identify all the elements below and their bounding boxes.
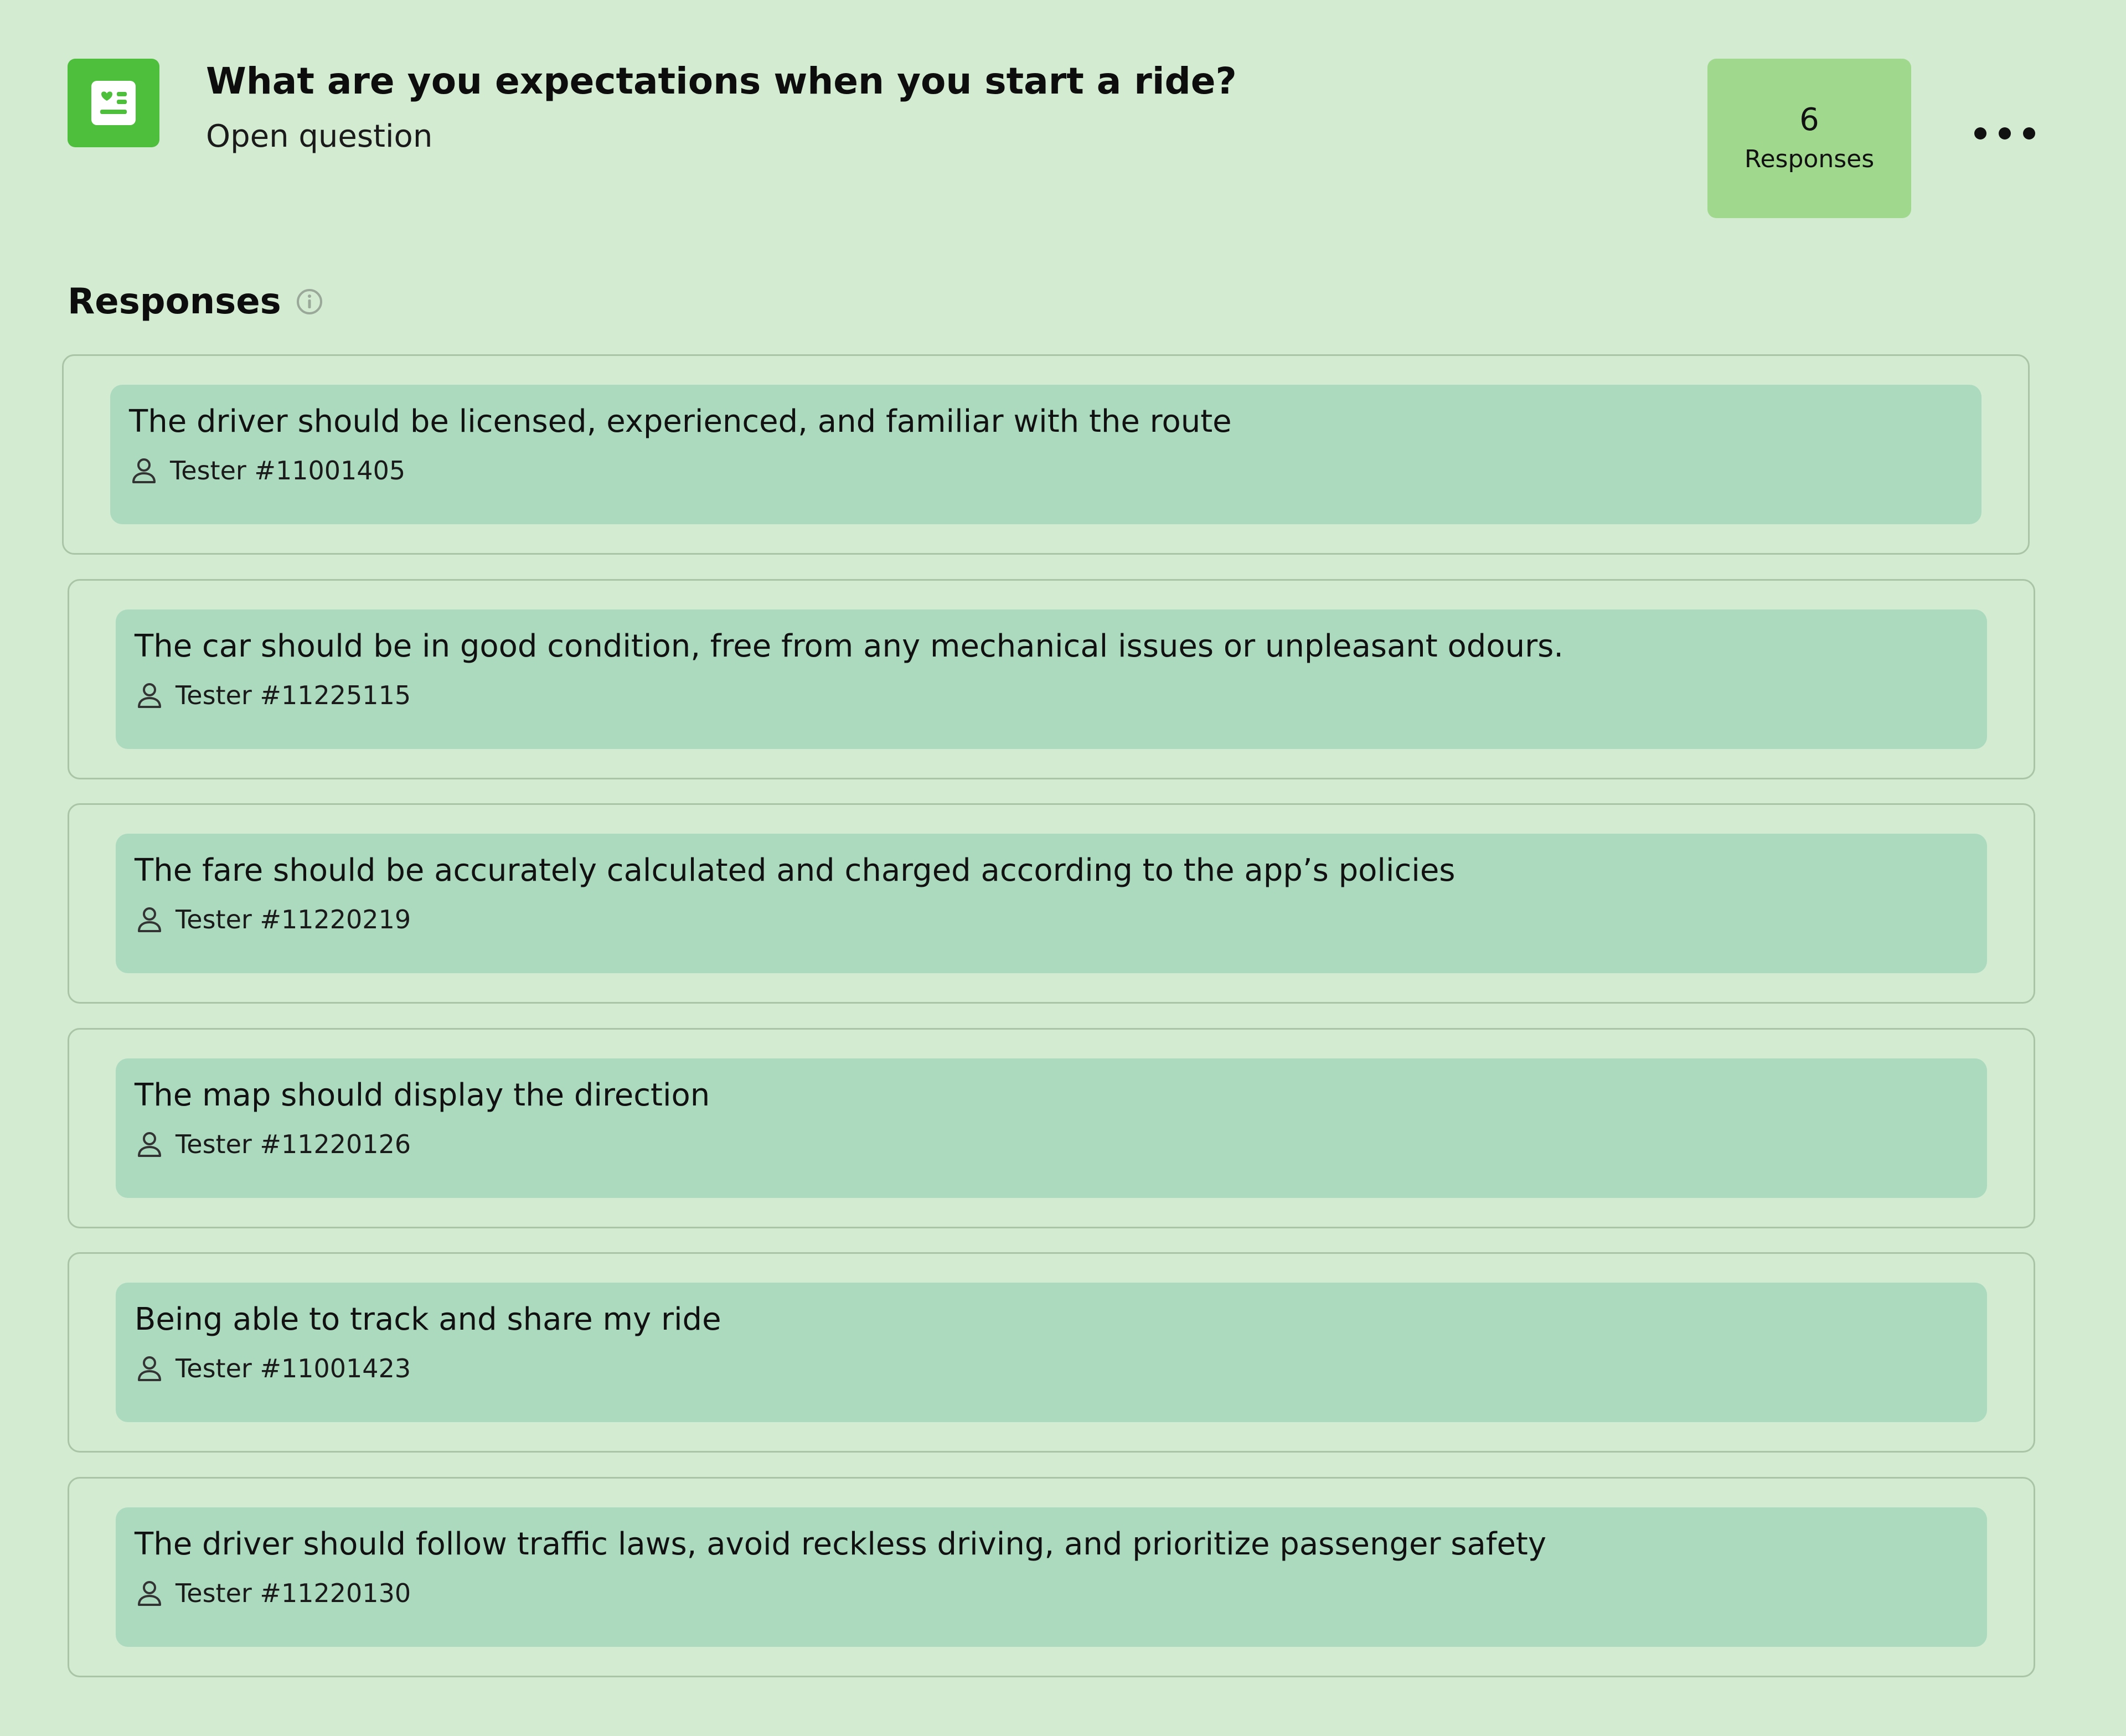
tester-label: Tester #11225115 xyxy=(135,680,411,710)
response-item: The car should be in good condition, fre… xyxy=(116,609,1987,749)
response-text: The driver should be licensed, experienc… xyxy=(129,404,1232,440)
response-text: The map should display the direction xyxy=(135,1077,710,1113)
response-card: The driver should be licensed, experienc… xyxy=(62,354,2030,555)
tester-id: Tester #11220130 xyxy=(176,1578,411,1608)
response-card: The driver should follow traffic laws, a… xyxy=(68,1477,2035,1677)
person-icon xyxy=(129,456,159,485)
person-icon xyxy=(135,680,164,710)
response-text: Being able to track and share my ride xyxy=(135,1301,721,1337)
response-text: The fare should be accurately calculated… xyxy=(135,852,1456,888)
tester-label: Tester #11220126 xyxy=(135,1129,411,1159)
response-card: Being able to track and share my ride Te… xyxy=(68,1252,2035,1453)
tester-label: Tester #11220219 xyxy=(135,905,411,934)
more-dot-icon xyxy=(1999,127,2011,140)
question-type: Open question xyxy=(206,118,433,154)
tester-label: Tester #11220130 xyxy=(135,1578,411,1608)
person-icon xyxy=(135,905,164,934)
person-icon xyxy=(135,1578,164,1608)
response-card: The map should display the direction Tes… xyxy=(68,1028,2035,1228)
tester-label: Tester #11001423 xyxy=(135,1353,411,1383)
responses-section-title: Responses xyxy=(68,281,323,322)
survey-icon xyxy=(68,59,159,147)
person-icon xyxy=(135,1129,164,1159)
response-item: The map should display the direction Tes… xyxy=(116,1058,1987,1198)
response-card: The car should be in good condition, fre… xyxy=(68,579,2035,779)
response-card: The fare should be accurately calculated… xyxy=(68,803,2035,1004)
response-item: Being able to track and share my ride Te… xyxy=(116,1283,1987,1422)
response-item: The driver should be licensed, experienc… xyxy=(110,385,1981,524)
tester-id: Tester #11001423 xyxy=(176,1353,411,1383)
tester-id: Tester #11001405 xyxy=(170,456,406,485)
response-item: The driver should follow traffic laws, a… xyxy=(116,1507,1987,1647)
response-text: The car should be in good condition, fre… xyxy=(135,628,1564,664)
question-header: What are you expectations when you start… xyxy=(0,0,2126,232)
response-text: The driver should follow traffic laws, a… xyxy=(135,1526,1547,1562)
person-icon xyxy=(135,1353,164,1383)
more-options-button[interactable] xyxy=(1974,116,2035,151)
tester-id: Tester #11220126 xyxy=(176,1129,411,1159)
info-icon[interactable] xyxy=(296,288,323,316)
tester-id: Tester #11220219 xyxy=(176,905,411,934)
response-count-badge: 6 Responses xyxy=(1707,59,1911,218)
response-count-value: 6 xyxy=(1799,102,1819,138)
responses-heading: Responses xyxy=(68,281,281,322)
response-count-label: Responses xyxy=(1744,145,1875,173)
tester-label: Tester #11001405 xyxy=(129,456,405,485)
more-dot-icon xyxy=(2023,127,2035,140)
tester-id: Tester #11225115 xyxy=(176,680,411,710)
question-title: What are you expectations when you start… xyxy=(206,60,1237,102)
more-dot-icon xyxy=(1974,127,1986,140)
response-item: The fare should be accurately calculated… xyxy=(116,834,1987,973)
